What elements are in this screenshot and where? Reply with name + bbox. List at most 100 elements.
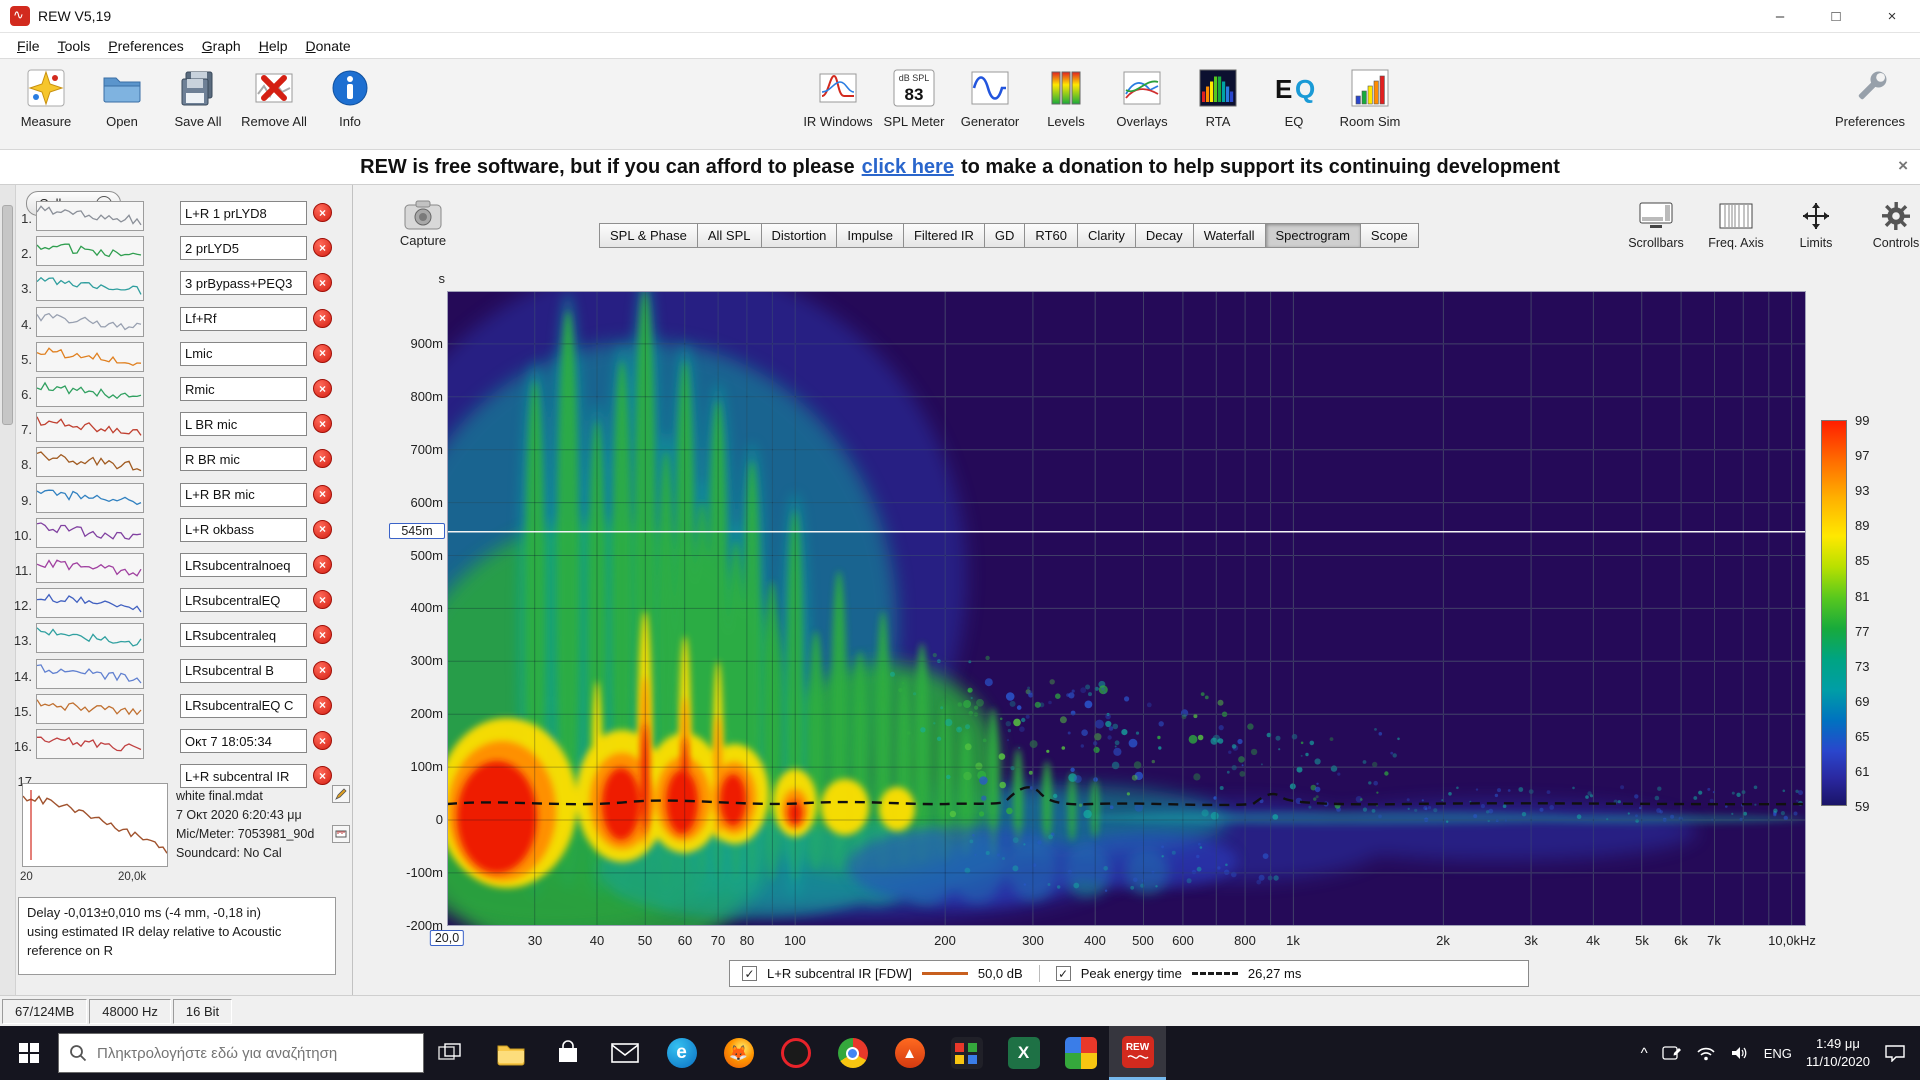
measurement-thumbnail[interactable]: [36, 447, 144, 477]
freq-axis-button[interactable]: Freq. Axis: [1703, 201, 1769, 250]
taskbar-app-store[interactable]: [539, 1026, 596, 1080]
taskbar-app-browser-orange[interactable]: ▲: [881, 1026, 938, 1080]
measurement-name-input[interactable]: [180, 694, 307, 718]
measurement-thumbnail[interactable]: [36, 377, 144, 407]
measurement-thumbnail[interactable]: [36, 694, 144, 724]
menu-tools[interactable]: Tools: [49, 35, 100, 57]
measurement-thumbnail[interactable]: [36, 659, 144, 689]
measurement-name-input[interactable]: [180, 201, 307, 225]
rta-button[interactable]: RTA: [1180, 59, 1256, 129]
measurement-name-input[interactable]: [180, 518, 307, 542]
measurement-name-input[interactable]: [180, 447, 307, 471]
delete-measurement-button[interactable]: ×: [313, 661, 332, 680]
tab-spl-phase[interactable]: SPL & Phase: [599, 223, 698, 248]
notification-icon[interactable]: [1884, 1044, 1906, 1062]
delete-measurement-button[interactable]: ×: [313, 485, 332, 504]
delete-measurement-button[interactable]: ×: [313, 696, 332, 715]
delete-measurement-button[interactable]: ×: [313, 590, 332, 609]
tab-rt60[interactable]: RT60: [1025, 223, 1078, 248]
overlays-button[interactable]: Overlays: [1104, 59, 1180, 129]
maximize-button[interactable]: □: [1808, 0, 1864, 32]
close-button[interactable]: ×: [1864, 0, 1920, 32]
save-all-button[interactable]: Save All: [160, 59, 236, 129]
volume-icon[interactable]: [1730, 1045, 1750, 1061]
language-indicator[interactable]: ENG: [1764, 1046, 1792, 1061]
taskbar-app-mail[interactable]: [596, 1026, 653, 1080]
measurement-name-input[interactable]: [180, 271, 307, 295]
edit-notes-button[interactable]: [332, 785, 350, 803]
remove-all-button[interactable]: Remove All: [236, 59, 312, 129]
tablet-pen-icon[interactable]: [1662, 1045, 1682, 1061]
delete-measurement-button[interactable]: ×: [313, 625, 332, 644]
trace-checkbox[interactable]: ✓: [742, 966, 757, 981]
limits-button[interactable]: Limits: [1783, 201, 1849, 250]
measurement-thumbnail[interactable]: [36, 623, 144, 653]
tab-decay[interactable]: Decay: [1136, 223, 1194, 248]
task-view-button[interactable]: [424, 1026, 476, 1080]
taskbar-app-chrome[interactable]: [824, 1026, 881, 1080]
measurement-thumbnail[interactable]: [36, 518, 144, 548]
delete-measurement-button[interactable]: ×: [313, 449, 332, 468]
minimize-button[interactable]: –: [1752, 0, 1808, 32]
measurement-name-input[interactable]: [180, 342, 307, 366]
tab-distortion[interactable]: Distortion: [762, 223, 838, 248]
measurement-thumbnail[interactable]: [36, 588, 144, 618]
delete-measurement-button[interactable]: ×: [313, 414, 332, 433]
open-button[interactable]: Open: [84, 59, 160, 129]
taskbar-app-rew[interactable]: REW: [1109, 1026, 1166, 1080]
taskbar-app-edge[interactable]: e: [653, 1026, 710, 1080]
tray-expand-icon[interactable]: ^: [1641, 1045, 1648, 1062]
peak-energy-checkbox[interactable]: ✓: [1056, 966, 1071, 981]
delete-measurement-button[interactable]: ×: [313, 309, 332, 328]
tab-clarity[interactable]: Clarity: [1078, 223, 1136, 248]
measurement-thumbnail[interactable]: [36, 201, 144, 231]
delete-measurement-button[interactable]: ×: [313, 344, 332, 363]
controls-button[interactable]: Controls: [1863, 201, 1920, 250]
preferences-button[interactable]: Preferences: [1832, 59, 1908, 129]
banner-close-icon[interactable]: ×: [1898, 156, 1908, 176]
donation-link[interactable]: click here: [862, 156, 954, 179]
measurement-name-input[interactable]: [180, 659, 307, 683]
measurement-name-input[interactable]: [180, 553, 307, 577]
measurement-thumbnail[interactable]: [36, 729, 144, 759]
selected-measurement-name-input[interactable]: [180, 764, 307, 788]
measurement-thumbnail[interactable]: [36, 307, 144, 337]
levels-button[interactable]: Levels: [1028, 59, 1104, 129]
measurement-name-input[interactable]: [180, 483, 307, 507]
menu-file[interactable]: File: [8, 35, 49, 57]
tab-spectrogram[interactable]: Spectrogram: [1266, 223, 1361, 248]
taskbar-app-excel[interactable]: X: [995, 1026, 1052, 1080]
measurement-name-input[interactable]: [180, 377, 307, 401]
eq-button[interactable]: EQEQ: [1256, 59, 1332, 129]
generator-button[interactable]: Generator: [952, 59, 1028, 129]
measurement-thumbnail[interactable]: [36, 342, 144, 372]
taskbar-app-opera[interactable]: [767, 1026, 824, 1080]
delete-measurement-button[interactable]: ×: [313, 555, 332, 574]
spl-meter-button[interactable]: dB SPL83SPL Meter: [876, 59, 952, 129]
tab-waterfall[interactable]: Waterfall: [1194, 223, 1266, 248]
measurement-thumbnail[interactable]: [36, 483, 144, 513]
start-button[interactable]: [0, 1026, 58, 1080]
measure-button[interactable]: Measure: [8, 59, 84, 129]
measurement-name-input[interactable]: [180, 236, 307, 260]
ir-windows-button[interactable]: IR Windows: [800, 59, 876, 129]
menu-graph[interactable]: Graph: [193, 35, 250, 57]
taskbar-app-firefox[interactable]: 🦊: [710, 1026, 767, 1080]
taskbar-app-photos[interactable]: [1052, 1026, 1109, 1080]
tab-gd[interactable]: GD: [985, 223, 1026, 248]
info-button[interactable]: Info: [312, 59, 388, 129]
measurement-name-input[interactable]: [180, 729, 307, 753]
measurement-thumbnail[interactable]: [36, 553, 144, 583]
scrollbars-button[interactable]: Scrollbars: [1623, 201, 1689, 250]
menu-help[interactable]: Help: [250, 35, 297, 57]
measurement-thumbnail[interactable]: [36, 412, 144, 442]
measurement-name-input[interactable]: [180, 307, 307, 331]
tab-filtered-ir[interactable]: Filtered IR: [904, 223, 985, 248]
tab-scope[interactable]: Scope: [1361, 223, 1419, 248]
delete-measurement-button[interactable]: ×: [313, 766, 332, 785]
menu-donate[interactable]: Donate: [297, 35, 360, 57]
menu-preferences[interactable]: Preferences: [99, 35, 193, 57]
measurement-thumbnail[interactable]: [36, 236, 144, 266]
taskbar-app-media-app[interactable]: [938, 1026, 995, 1080]
search-input[interactable]: [97, 1045, 397, 1062]
